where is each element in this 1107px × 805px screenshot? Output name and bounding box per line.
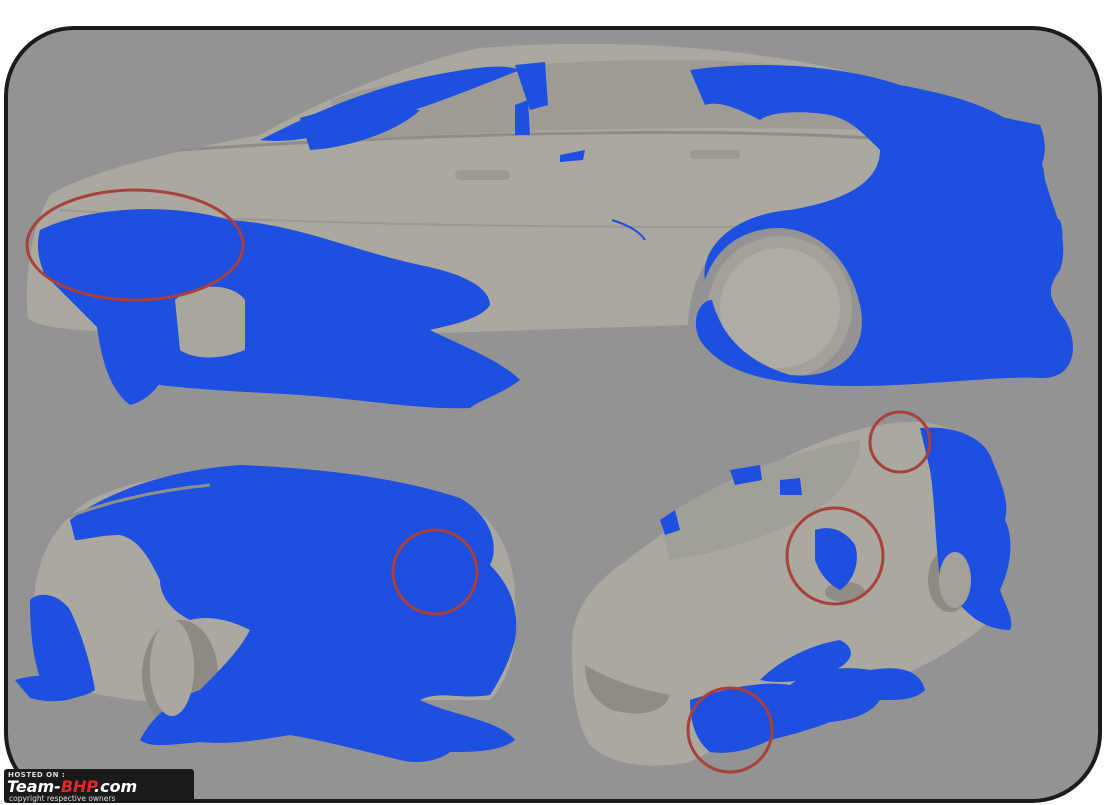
team-bhp-watermark: HOSTED ON : Team-BHP.com copyright respe…: [4, 769, 194, 803]
cfd-car-visualization: [4, 26, 1102, 803]
watermark-copyright: copyright respective owners: [9, 794, 116, 803]
